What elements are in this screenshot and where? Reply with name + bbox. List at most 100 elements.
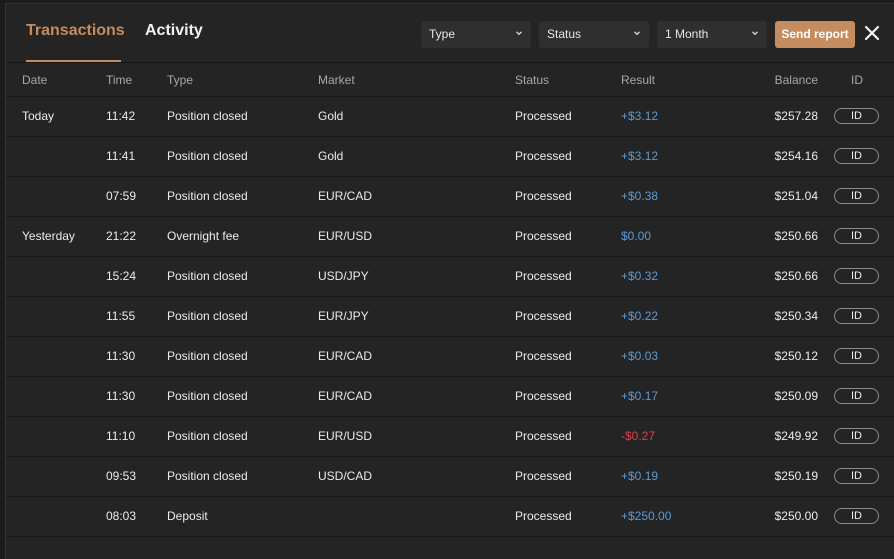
id-button[interactable]: ID (834, 428, 879, 444)
status-cell: Processed (515, 229, 572, 243)
date-cell: Today (22, 109, 55, 123)
close-icon[interactable] (863, 24, 881, 42)
balance-cell: $250.34 (774, 309, 818, 323)
status-cell: Processed (515, 349, 572, 363)
market-cell: USD/JPY (318, 269, 369, 283)
balance-cell: $250.00 (774, 509, 818, 523)
type-filter-select[interactable]: Type (421, 21, 531, 48)
send-report-button[interactable]: Send report (775, 21, 855, 48)
time-cell: 08:03 (106, 509, 137, 523)
table-row: 11:10 Position closed EUR/USD Processed -$0.… (6, 417, 894, 457)
type-cell: Position closed (167, 309, 248, 323)
id-button[interactable]: ID (834, 388, 879, 404)
result-cell: +$0.19 (621, 469, 659, 483)
result-cell: +$0.38 (621, 189, 659, 203)
column-header-result: Result (621, 73, 656, 87)
type-cell: Position closed (167, 269, 248, 283)
panel-header: Transactions Activity Type Status 1 Mont… (6, 4, 894, 63)
market-cell: EUR/CAD (318, 189, 373, 203)
type-cell: Position closed (167, 469, 248, 483)
result-cell: +$3.12 (621, 109, 659, 123)
column-header-type: Type (167, 73, 194, 87)
balance-cell: $249.92 (774, 429, 818, 443)
result-cell: +$3.12 (621, 149, 659, 163)
table-row: 09:53 Position closed USD/CAD Processed +$0.… (6, 457, 894, 497)
id-button[interactable]: ID (834, 268, 879, 284)
column-header-date: Date (22, 73, 48, 87)
time-cell: 11:30 (106, 349, 136, 363)
table-row: 11:30 Position closed EUR/CAD Processed +$0.… (6, 337, 894, 377)
type-cell: Overnight fee (167, 229, 240, 243)
balance-cell: $251.04 (774, 189, 818, 203)
type-cell: Position closed (167, 349, 248, 363)
id-button[interactable]: ID (834, 348, 879, 364)
balance-cell: $250.09 (774, 389, 818, 403)
market-cell: EUR/CAD (318, 389, 373, 403)
status-cell: Processed (515, 509, 572, 523)
tab-transactions[interactable]: Transactions (26, 22, 125, 40)
type-cell: Deposit (167, 509, 208, 523)
status-cell: Processed (515, 189, 572, 203)
column-header-time: Time (106, 73, 133, 87)
status-cell: Processed (515, 269, 572, 283)
table-row: 11:55 Position closed EUR/JPY Processed +$0.… (6, 297, 894, 337)
result-cell: +$0.32 (621, 269, 659, 283)
id-button[interactable]: ID (834, 228, 879, 244)
id-button[interactable]: ID (834, 468, 879, 484)
balance-cell: $254.16 (774, 149, 818, 163)
market-cell: EUR/JPY (318, 309, 369, 323)
time-cell: 11:55 (106, 309, 136, 323)
table-row: 07:59 Position closed EUR/CAD Processed +$0.… (6, 177, 894, 217)
id-button[interactable]: ID (834, 188, 879, 204)
active-tab-indicator (26, 60, 121, 62)
result-cell: -$0.27 (621, 429, 656, 443)
market-cell: USD/CAD (318, 469, 373, 483)
id-button[interactable]: ID (834, 508, 879, 524)
table-row: Today 11:42 Position closed Gold Processed +$… (6, 97, 894, 137)
result-cell: +$0.03 (621, 349, 659, 363)
result-cell: +$0.22 (621, 309, 659, 323)
time-cell: 09:53 (106, 469, 137, 483)
tab-activity[interactable]: Activity (145, 22, 203, 40)
column-header-id: ID (851, 73, 863, 87)
table-row: 08:03 Deposit Processed +$250.00 $250.00 ID (6, 497, 894, 537)
time-cell: 11:41 (106, 149, 136, 163)
status-cell: Processed (515, 389, 572, 403)
time-cell: 11:10 (106, 429, 136, 443)
period-filter-select[interactable]: 1 Month (657, 21, 767, 48)
chevron-down-icon (752, 31, 758, 36)
status-filter-select[interactable]: Status (539, 21, 649, 48)
column-header-market: Market (318, 73, 355, 87)
result-cell: +$250.00 (621, 509, 672, 523)
transactions-table-body: Today 11:42 Position closed Gold Processed +$… (6, 97, 894, 537)
type-filter-value: Type (429, 27, 456, 41)
table-header: Date Time Type Market Status Result Bala… (6, 64, 894, 97)
market-cell: EUR/CAD (318, 349, 373, 363)
time-cell: 21:22 (106, 229, 137, 243)
id-button[interactable]: ID (834, 308, 879, 324)
time-cell: 07:59 (106, 189, 137, 203)
balance-cell: $257.28 (774, 109, 818, 123)
table-row: 11:41 Position closed Gold Processed +$3.12 $… (6, 137, 894, 177)
id-button[interactable]: ID (834, 108, 879, 124)
period-filter-value: 1 Month (665, 27, 709, 41)
result-cell: $0.00 (621, 229, 652, 243)
result-cell: +$0.17 (621, 389, 659, 403)
status-cell: Processed (515, 429, 572, 443)
balance-cell: $250.12 (774, 349, 818, 363)
status-cell: Processed (515, 149, 572, 163)
type-cell: Position closed (167, 389, 248, 403)
status-cell: Processed (515, 109, 572, 123)
chevron-down-icon (634, 31, 640, 36)
table-row: Yesterday 21:22 Overnight fee EUR/USD Proces… (6, 217, 894, 257)
balance-cell: $250.66 (774, 229, 818, 243)
status-cell: Processed (515, 469, 572, 483)
transactions-panel: Transactions Activity Type Status 1 Mont… (5, 3, 894, 559)
balance-cell: $250.19 (774, 469, 818, 483)
column-header-status: Status (515, 73, 550, 87)
column-header-balance: Balance (774, 73, 818, 87)
id-button[interactable]: ID (834, 148, 879, 164)
type-cell: Position closed (167, 149, 248, 163)
market-cell: Gold (318, 149, 344, 163)
balance-cell: $250.66 (774, 269, 818, 283)
